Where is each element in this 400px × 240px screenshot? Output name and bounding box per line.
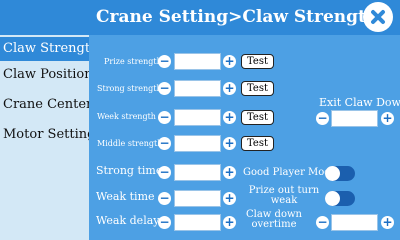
- strong-time-input[interactable]: [174, 164, 221, 181]
- prize-strength-test-button[interactable]: Test: [241, 54, 274, 69]
- week-strength-plus-icon[interactable]: +: [223, 111, 236, 124]
- exit-claw-down-label: Exit Claw Down: [319, 96, 400, 109]
- week-strength-test-button[interactable]: Test: [241, 110, 274, 125]
- exit-claw-down-minus-icon[interactable]: −: [316, 112, 329, 125]
- middle-strength-minus-icon[interactable]: −: [158, 137, 171, 150]
- strong-strength-plus-icon[interactable]: +: [223, 82, 236, 95]
- claw-down-overtime-input[interactable]: [331, 214, 378, 231]
- toggle-knob: [325, 191, 340, 206]
- strong-strength-minus-icon[interactable]: −: [158, 82, 171, 95]
- prize-out-turn-weak-label: Prize out turn weak: [246, 186, 322, 206]
- strong-strength-test-button[interactable]: Test: [241, 81, 274, 96]
- strong-time-minus-icon[interactable]: −: [158, 166, 171, 179]
- claw-down-overtime-minus-icon[interactable]: −: [316, 216, 329, 229]
- middle-strength-label: Middle strength: [97, 139, 163, 148]
- weak-delay-input[interactable]: [174, 214, 221, 231]
- exit-claw-down-input[interactable]: [331, 110, 378, 127]
- weak-delay-plus-icon[interactable]: +: [223, 216, 236, 229]
- middle-strength-test-button[interactable]: Test: [241, 136, 274, 151]
- weak-delay-label: Weak delay: [96, 214, 160, 227]
- sidebar-item-label: Claw Position: [3, 67, 93, 82]
- strong-strength-input[interactable]: [174, 80, 221, 97]
- claw-down-overtime-label: Claw down overtime: [244, 210, 304, 230]
- sidebar-item-motor-setting[interactable]: Motor Setting: [0, 121, 95, 149]
- week-strength-minus-icon[interactable]: −: [158, 111, 171, 124]
- prize-out-turn-weak-toggle[interactable]: [325, 191, 355, 206]
- good-player-mode-label: Good Player Mode: [243, 167, 337, 178]
- sidebar-item-crane-center[interactable]: Crane Center: [0, 91, 93, 119]
- sidebar-item-claw-position[interactable]: Claw Position: [0, 61, 93, 89]
- week-strength-input[interactable]: [174, 109, 221, 126]
- sidebar-item-claw-strength[interactable]: Claw Strength: [0, 37, 114, 61]
- close-icon[interactable]: [363, 2, 393, 32]
- prize-strength-label: Prize strength: [104, 57, 162, 66]
- prize-strength-minus-icon[interactable]: −: [158, 55, 171, 68]
- weak-time-label: Weak time: [96, 190, 155, 203]
- prize-strength-input[interactable]: [174, 53, 221, 70]
- middle-strength-plus-icon[interactable]: +: [223, 137, 236, 150]
- claw-down-overtime-plus-icon[interactable]: +: [381, 216, 394, 229]
- weak-time-input[interactable]: [174, 190, 221, 207]
- middle-strength-input[interactable]: [174, 135, 221, 152]
- weak-time-minus-icon[interactable]: −: [158, 192, 171, 205]
- page-title: Crane Setting>Claw Strength: [96, 7, 379, 27]
- strong-time-label: Strong time: [96, 164, 163, 177]
- claw-down-overtime-label-line2: overtime: [251, 219, 297, 230]
- exit-claw-down-plus-icon[interactable]: +: [381, 112, 394, 125]
- weak-time-plus-icon[interactable]: +: [223, 192, 236, 205]
- title-bar: Crane Setting>Claw Strength: [0, 0, 400, 35]
- weak-delay-minus-icon[interactable]: −: [158, 216, 171, 229]
- sidebar-item-label: Motor Setting: [3, 127, 96, 142]
- sidebar-item-label: Crane Center: [3, 97, 93, 112]
- week-strength-label: Week strength: [97, 112, 156, 121]
- strong-strength-label: Strong strength: [97, 84, 162, 93]
- sidebar-item-label: Claw Strength: [3, 41, 99, 56]
- good-player-mode-toggle[interactable]: [325, 166, 355, 181]
- prize-strength-plus-icon[interactable]: +: [223, 55, 236, 68]
- prize-out-turn-weak-label-line2: weak: [270, 195, 298, 206]
- strong-time-plus-icon[interactable]: +: [223, 166, 236, 179]
- toggle-knob: [325, 166, 340, 181]
